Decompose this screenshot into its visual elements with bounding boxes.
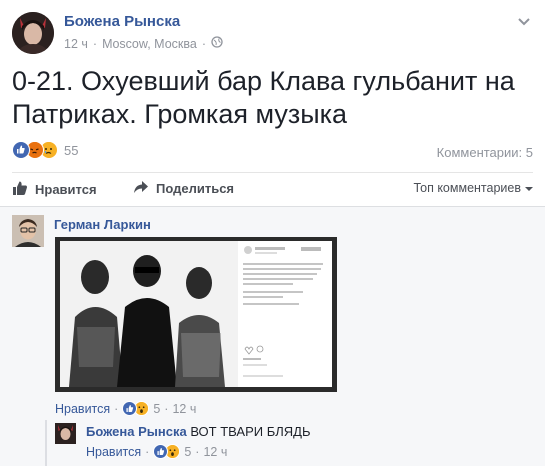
reply-actions: Нравится · 5 · 12 ч <box>86 444 227 459</box>
meta-separator: · <box>201 36 207 51</box>
meta-separator: · <box>114 401 119 416</box>
like-label: Нравится <box>35 182 97 197</box>
comment-count[interactable]: Комментарии: 5 <box>437 145 533 160</box>
like-button[interactable]: Нравится <box>12 180 97 199</box>
reply-text: ВОТ ТВАРИ БЛЯДЬ <box>190 424 311 439</box>
reply-time[interactable]: 12 ч <box>203 445 227 459</box>
reply-body: Божена Рынска ВОТ ТВАРИ БЛЯДЬ <box>86 424 310 439</box>
meta-separator: · <box>164 401 169 416</box>
globe-icon[interactable] <box>211 36 223 51</box>
reply-author-avatar[interactable] <box>55 423 76 444</box>
reply-author-name[interactable]: Божена Рынска <box>86 424 187 439</box>
post-time[interactable]: 12 ч <box>64 37 88 51</box>
comment-sort-dropdown[interactable]: Топ комментариев <box>413 181 533 195</box>
meta-separator: · <box>195 444 200 459</box>
comment-actions: Нравится · 5 · 12 ч <box>55 401 196 416</box>
share-label: Поделиться <box>156 181 235 196</box>
comment-time[interactable]: 12 ч <box>172 402 196 416</box>
reactions-summary[interactable]: 55 <box>12 141 78 159</box>
divider <box>12 172 533 173</box>
caret-down-icon <box>525 181 533 195</box>
comment-reactions[interactable] <box>122 401 150 416</box>
comment-reaction-count[interactable]: 5 <box>153 402 160 416</box>
like-icon <box>12 141 30 159</box>
meta-separator: · <box>145 444 150 459</box>
author-name[interactable]: Божена Рынска <box>64 13 180 30</box>
reaction-count[interactable]: 55 <box>64 143 78 158</box>
reply-reactions[interactable] <box>153 444 181 459</box>
thumbs-up-icon <box>12 180 28 199</box>
post-meta: 12 ч · Moscow, Москва · <box>64 36 223 51</box>
reply-reaction-count[interactable]: 5 <box>184 445 191 459</box>
like-icon <box>122 401 138 416</box>
meta-separator: · <box>92 36 98 51</box>
post-text: 0-21. Охуевший бар Клава гульбанит на Па… <box>12 66 515 129</box>
reply-thread-line <box>45 420 47 466</box>
share-button[interactable]: Поделиться <box>133 180 234 197</box>
share-arrow-icon <box>133 180 149 197</box>
comment-like-link[interactable]: Нравится <box>55 402 110 416</box>
commenter-avatar[interactable] <box>12 215 44 247</box>
like-icon <box>153 444 169 459</box>
reply-like-link[interactable]: Нравится <box>86 445 141 459</box>
sort-label: Топ комментариев <box>413 181 521 195</box>
comment-photo-attachment[interactable] <box>55 237 337 392</box>
commenter-name[interactable]: Герман Ларкин <box>54 217 151 232</box>
photo-icon <box>55 237 337 392</box>
author-avatar[interactable] <box>12 12 54 54</box>
post-location[interactable]: Moscow, Москва <box>102 37 197 51</box>
post-options-chevron-icon[interactable] <box>515 12 533 30</box>
